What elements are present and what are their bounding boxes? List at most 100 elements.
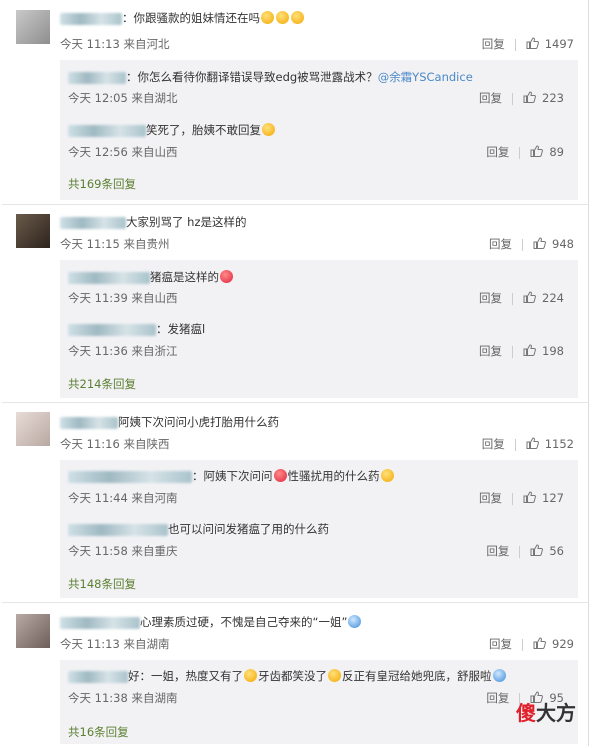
divider — [2, 204, 588, 205]
comment-actions: 回复 948 — [489, 236, 574, 252]
divider — [512, 292, 514, 305]
thumbs-up-icon[interactable] — [533, 637, 546, 649]
divider — [2, 402, 588, 403]
emoji-icon — [492, 669, 506, 682]
watermark-logo: 傻大方 — [516, 701, 576, 725]
thumbs-up-icon[interactable] — [530, 544, 544, 556]
reply-button[interactable]: 回复 — [486, 544, 509, 558]
comment-body: ：你跟骚款的姐妹情还在吗 — [60, 10, 305, 26]
reply-list: 好：一姐，热度又有了 牙齿都笑没了 反正有皇冠给她兜底，舒服啦 今天 11:38 来… — [60, 660, 578, 744]
username[interactable] — [68, 71, 126, 84]
reply-button[interactable]: 回复 — [482, 437, 505, 451]
thumbs-up-icon[interactable] — [523, 291, 536, 303]
like-count: 929 — [552, 637, 574, 651]
divider — [519, 545, 521, 558]
like-count: 1497 — [544, 37, 574, 51]
emoji-icon — [261, 11, 274, 24]
thumbs-up-icon[interactable] — [523, 344, 536, 356]
like-count: 224 — [542, 291, 564, 305]
avatar[interactable] — [16, 614, 50, 648]
username[interactable] — [68, 124, 146, 137]
reply-list: ：你怎么看待你翻译错误导致edg被骂泄露战术？@余霜YSCandice 今天 1… — [60, 60, 578, 200]
comment-body: 阿姨下次问问小虎打胎用什么药 — [60, 414, 279, 430]
emoji-icon — [276, 11, 289, 24]
divider — [2, 602, 588, 603]
divider — [512, 92, 514, 105]
divider — [522, 238, 524, 251]
username[interactable] — [68, 470, 192, 483]
more-replies-link[interactable]: 共169条回复 — [68, 176, 136, 192]
username[interactable] — [68, 323, 156, 336]
reply-actions: 回复 198 — [479, 343, 564, 359]
reply-actions: 回复 224 — [479, 290, 564, 306]
reply-meta: 今天 11:38 来自湖南 — [68, 691, 178, 705]
like-count: 198 — [542, 344, 564, 358]
thumbs-up-icon[interactable] — [523, 91, 536, 103]
avatar[interactable] — [16, 412, 50, 446]
avatar[interactable] — [16, 10, 50, 44]
reply-button[interactable]: 回复 — [479, 91, 502, 105]
divider — [514, 438, 516, 451]
emoji-icon — [273, 469, 287, 482]
reply-actions: 回复 56 — [486, 543, 564, 559]
like-count: 56 — [549, 544, 564, 558]
like-count: 127 — [542, 491, 564, 505]
reply-button[interactable]: 回复 — [479, 344, 502, 358]
emoji-icon — [380, 469, 394, 482]
username[interactable] — [60, 216, 126, 229]
username[interactable] — [68, 271, 150, 284]
thumbs-up-icon[interactable] — [533, 237, 546, 249]
emoji-icon — [348, 615, 362, 628]
reply-actions: 回复 89 — [486, 144, 564, 160]
reply-body: 好：一姐，热度又有了 牙齿都笑没了 反正有皇冠给她兜底，舒服啦 — [68, 668, 507, 684]
thumbs-up-icon[interactable] — [526, 37, 539, 49]
reply-button[interactable]: 回复 — [482, 37, 505, 51]
reply-body: 笑死了，胎姨不敢回复 — [68, 122, 276, 138]
like-count: 89 — [549, 145, 564, 159]
comment-body: 心理素质过硬，不愧是自己夺来的“一姐” — [60, 614, 362, 630]
reply-actions: 回复 127 — [479, 490, 564, 506]
reply-button[interactable]: 回复 — [489, 237, 512, 251]
thumbs-up-icon[interactable] — [530, 145, 544, 157]
more-replies-link[interactable]: 共148条回复 — [68, 576, 136, 592]
avatar[interactable] — [16, 214, 50, 248]
like-count: 1152 — [544, 437, 574, 451]
like-count: 223 — [542, 91, 564, 105]
username[interactable] — [60, 12, 122, 25]
reply-body: ：阿姨下次问问 性骚扰用的什么药 — [68, 468, 395, 484]
comment-actions: 回复 1152 — [482, 436, 574, 452]
username[interactable] — [60, 616, 140, 629]
reply-button[interactable]: 回复 — [489, 637, 512, 651]
reply-meta: 今天 12:05 来自湖北 — [68, 91, 178, 105]
reply-meta: 今天 11:58 来自重庆 — [68, 544, 178, 558]
comment-list: ：你跟骚款的姐妹情还在吗 今天 11:13 来自河北 回复 1497 ：你怎么看待… — [2, 0, 589, 746]
comment-actions: 回复 929 — [489, 636, 574, 652]
thumbs-up-icon[interactable] — [523, 491, 536, 503]
username[interactable] — [68, 670, 128, 683]
comment-meta: 今天 11:16 来自陕西 — [60, 437, 170, 451]
reply-meta: 今天 12:56 来自山西 — [68, 145, 178, 159]
more-replies-link[interactable]: 共214条回复 — [68, 376, 136, 392]
reply-list: ：阿姨下次问问 性骚扰用的什么药 今天 11:44 来自河南 回复 127 也可以问… — [60, 460, 578, 598]
mention-link[interactable]: @余霜YSCandice — [378, 70, 473, 84]
divider — [522, 638, 524, 651]
reply-meta: 今天 11:36 来自浙江 — [68, 344, 178, 358]
reply-body: 也可以问问发猪瘟了用的什么药 — [68, 521, 329, 537]
reply-actions: 回复 223 — [479, 90, 564, 106]
thumbs-up-icon[interactable] — [526, 437, 539, 449]
reply-button[interactable]: 回复 — [486, 691, 509, 705]
like-count: 948 — [552, 237, 574, 251]
reply-meta: 今天 11:44 来自河南 — [68, 491, 178, 505]
reply-button[interactable]: 回复 — [486, 145, 509, 159]
reply-meta: 今天 11:39 来自山西 — [68, 291, 178, 305]
reply-button[interactable]: 回复 — [479, 291, 502, 305]
comment-body: 大家别骂了 hz是这样的 — [60, 214, 246, 230]
reply-button[interactable]: 回复 — [479, 491, 502, 505]
more-replies-link[interactable]: 共16条回复 — [68, 724, 129, 740]
reply-body: ：发猪瘟l — [68, 321, 205, 337]
comment-meta: 今天 11:13 来自湖南 — [60, 637, 170, 651]
reply-body: ：你怎么看待你翻译错误导致edg被骂泄露战术？@余霜YSCandice — [68, 69, 473, 85]
username[interactable] — [68, 523, 168, 536]
emoji-icon — [262, 123, 275, 136]
username[interactable] — [60, 416, 118, 429]
